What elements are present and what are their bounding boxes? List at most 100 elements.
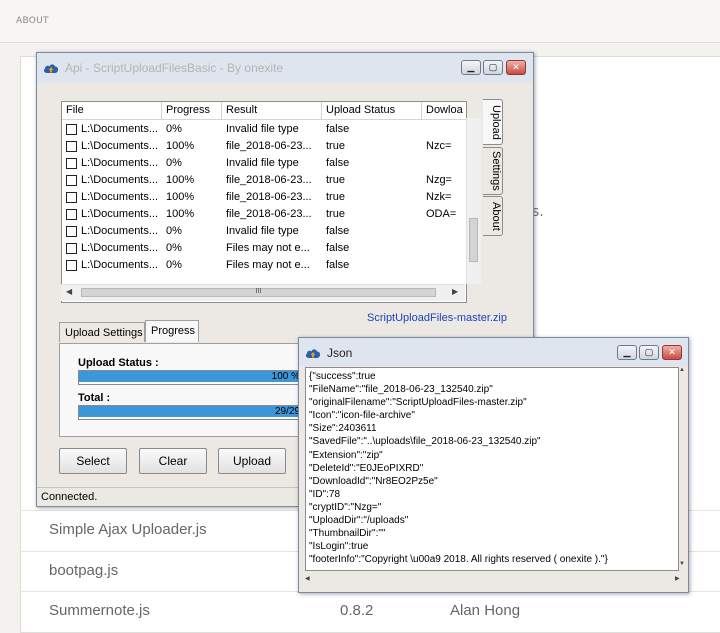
select-button[interactable]: Select [59, 448, 127, 474]
file-list-row[interactable]: L:\Documents... 100% file_2018-06-23... tru… [62, 206, 466, 223]
clear-button[interactable]: Clear [139, 448, 207, 474]
plugin-name[interactable]: bootpag.js [49, 562, 118, 579]
file-list-row[interactable]: L:\Documents... 0% Invalid file type false [62, 155, 466, 172]
json-text-area[interactable]: {"success":true "FileName":"file_2018-06-… [305, 367, 679, 571]
cell-upload-status: true [326, 140, 345, 152]
scroll-left-arrow-icon[interactable]: ◀ [66, 287, 72, 296]
tab-upload-settings[interactable]: Upload Settings [59, 322, 145, 342]
row-checkbox[interactable] [66, 124, 77, 135]
file-list-row[interactable]: L:\Documents... 0% Files may not e... false [62, 257, 466, 274]
file-list-row[interactable]: L:\Documents... 100% file_2018-06-23... tru… [62, 189, 466, 206]
close-button[interactable]: ✕ [506, 60, 526, 75]
column-header-download[interactable]: Dowloa [422, 102, 466, 119]
cell-result: file_2018-06-23... [226, 191, 312, 203]
file-list-row[interactable]: L:\Documents... 0% Files may not e... false [62, 240, 466, 257]
column-header-progress[interactable]: Progress [162, 102, 222, 119]
upload-status-label: Upload Status : [78, 357, 159, 369]
cell-progress: 0% [166, 225, 182, 237]
column-header-result[interactable]: Result [222, 102, 322, 119]
row-checkbox[interactable] [66, 175, 77, 186]
cell-download-id [423, 257, 466, 274]
file-list-row[interactable]: L:\Documents... 0% Invalid file type false [62, 121, 466, 138]
about-nav-link[interactable]: ABOUT [16, 16, 49, 26]
minimize-icon: ▁ [467, 62, 475, 72]
cell-file: L:\Documents... [81, 140, 159, 152]
maximize-icon: ▢ [488, 62, 498, 72]
cell-file: L:\Documents... [81, 208, 159, 220]
total-count: 29/29 [274, 406, 300, 417]
cell-upload-status: true [326, 174, 345, 186]
minimize-button[interactable]: ▁ [461, 60, 481, 75]
file-list-row[interactable]: L:\Documents... 100% file_2018-06-23... tru… [62, 172, 466, 189]
file-list-view[interactable]: File Progress Result Upload Status Dowlo… [61, 101, 467, 303]
scroll-down-arrow-icon[interactable]: ▼ [679, 561, 685, 567]
plugin-list-row: Summernote.js 0.8.2 Alan Hong [20, 591, 720, 632]
scroll-left-arrow-icon[interactable]: ◀ [305, 575, 310, 582]
vertical-scroll-thumb[interactable] [469, 218, 478, 262]
cell-progress: 0% [166, 157, 182, 169]
column-header-upload-status[interactable]: Upload Status [322, 102, 422, 119]
row-checkbox[interactable] [66, 243, 77, 254]
row-checkbox[interactable] [66, 209, 77, 220]
scroll-up-arrow-icon[interactable]: ▲ [679, 367, 685, 373]
cell-upload-status: false [326, 157, 350, 169]
json-minimize-button[interactable]: ▁ [617, 345, 637, 360]
side-tab-settings[interactable]: Settings [483, 147, 503, 195]
json-window-title: Json [327, 346, 353, 360]
plugin-name[interactable]: Simple Ajax Uploader.js [49, 521, 207, 538]
scroll-right-arrow-icon[interactable]: ▶ [675, 575, 680, 582]
cell-upload-status: true [326, 191, 345, 203]
row-checkbox[interactable] [66, 260, 77, 271]
cell-file: L:\Documents... [81, 123, 159, 135]
json-window-titlebar[interactable]: Json ▁ ▢ ✕ [299, 338, 688, 366]
row-checkbox[interactable] [66, 158, 77, 169]
cell-progress: 100% [166, 174, 195, 186]
plugin-name[interactable]: Summernote.js [49, 602, 150, 619]
cell-progress: 0% [166, 123, 182, 135]
json-line: "DeleteId":"E0JEoPIXRD" [309, 462, 424, 474]
cell-upload-status: false [326, 225, 350, 237]
file-list-vertical-scrollbar[interactable] [466, 118, 481, 284]
cloud-upload-icon [305, 349, 321, 358]
row-checkbox[interactable] [66, 141, 77, 152]
maximize-button[interactable]: ▢ [483, 60, 503, 75]
side-tab-upload[interactable]: Upload [483, 99, 503, 145]
cell-progress: 0% [166, 259, 182, 271]
json-close-button[interactable]: ✕ [662, 345, 682, 360]
json-horizontal-scrollbar[interactable]: ◀ ▶ [305, 572, 685, 586]
json-vertical-scrollbar[interactable]: ▲ ▼ [679, 367, 686, 571]
total-label: Total : [78, 392, 111, 404]
total-progress-bar: 29/29 [78, 405, 304, 420]
upload-button[interactable]: Upload [218, 448, 286, 474]
cell-download-id: Nzg= [426, 174, 452, 186]
file-list-horizontal-scrollbar[interactable]: ◀ III ▶ [61, 284, 465, 301]
upload-status-percent: 100 % [271, 371, 300, 382]
row-checkbox[interactable] [66, 226, 77, 237]
cell-result: Invalid file type [226, 157, 299, 169]
json-line: "Icon":"icon-file-archive" [309, 410, 415, 422]
json-line: {"success":true [309, 371, 376, 382]
cell-result: Invalid file type [226, 225, 299, 237]
cell-download-id [423, 121, 466, 138]
cell-file: L:\Documents... [81, 157, 159, 169]
row-checkbox[interactable] [66, 192, 77, 203]
close-icon: ✕ [668, 347, 676, 357]
json-line: "SavedFile":"..\uploads\file_2018-06-23_… [309, 436, 541, 448]
file-list-row[interactable]: L:\Documents... 0% Invalid file type false [62, 223, 466, 240]
file-list-row[interactable]: L:\Documents... 100% file_2018-06-23... tru… [62, 138, 466, 155]
tab-progress[interactable]: Progress [145, 320, 199, 342]
cell-download-id [423, 155, 466, 172]
side-tab-about[interactable]: About [483, 196, 503, 236]
json-maximize-button[interactable]: ▢ [639, 345, 659, 360]
cell-progress: 100% [166, 140, 195, 152]
main-window-titlebar[interactable]: Api - ScriptUploadFilesBasic - By onexit… [37, 53, 533, 83]
cell-file: L:\Documents... [81, 242, 159, 254]
json-line: "UploadDir":"/uploads" [309, 515, 409, 527]
horizontal-scroll-thumb[interactable]: III [81, 288, 436, 297]
column-header-file[interactable]: File [62, 102, 162, 119]
json-line: "Size":2403611 [309, 423, 377, 435]
minimize-icon: ▁ [623, 347, 631, 357]
uploaded-file-link[interactable]: ScriptUploadFiles-master.zip [367, 312, 507, 324]
scroll-right-arrow-icon[interactable]: ▶ [452, 287, 458, 296]
json-line: "cryptID":"Nzg=" [309, 501, 382, 513]
